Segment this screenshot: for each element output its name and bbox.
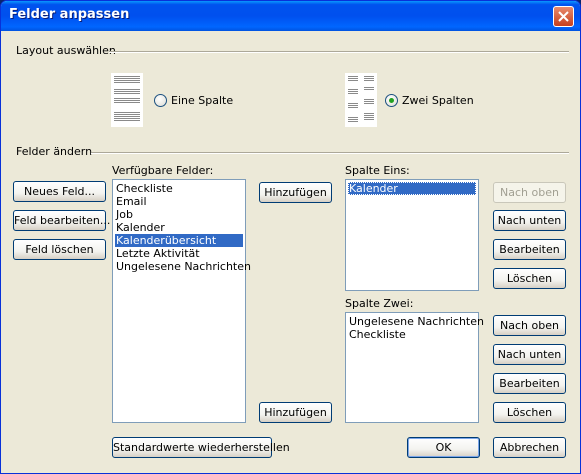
restore-defaults-button[interactable]: Standardwerte wiederherstellen	[112, 437, 290, 458]
list-item-selected[interactable]: Kalender	[348, 182, 476, 195]
list-item[interactable]: Job	[115, 208, 243, 221]
radio-button-two-columns[interactable]	[385, 94, 398, 107]
cancel-button[interactable]: Abbrechen	[493, 437, 566, 458]
available-fields-list[interactable]: Checkliste Email Job Kalender Kalenderüb…	[112, 179, 251, 423]
list-item[interactable]: Checkliste	[115, 182, 243, 195]
list-item[interactable]: Ungelesene Nachrichten	[348, 315, 484, 328]
fields-section-divider	[91, 152, 569, 154]
close-icon	[558, 11, 569, 22]
list-item-selected[interactable]: Kalenderübersicht	[115, 234, 243, 247]
list-item[interactable]: Checkliste	[348, 328, 476, 341]
new-field-button[interactable]: Neues Feld...	[13, 181, 106, 202]
list-item[interactable]: Ungelesene Nachrichten	[115, 260, 251, 273]
layout-section-title: Layout auswählen	[16, 44, 116, 57]
list-item[interactable]: Email	[115, 195, 243, 208]
add-to-column-one-button[interactable]: Hinzufügen	[259, 182, 332, 203]
title-bar[interactable]: Felder anpassen	[1, 1, 580, 31]
radio-label-two-columns: Zwei Spalten	[402, 94, 474, 107]
radio-one-column[interactable]: Eine Spalte	[154, 94, 233, 107]
ok-button[interactable]: OK	[407, 437, 480, 458]
column-one-move-down-button[interactable]: Nach unten	[493, 210, 566, 231]
close-button[interactable]	[553, 6, 574, 27]
list-item[interactable]: Kalender	[115, 221, 243, 234]
column-two-move-up-button[interactable]: Nach oben	[493, 315, 566, 336]
column-one-delete-button[interactable]: Löschen	[493, 268, 566, 289]
column-one-label: Spalte Eins:	[345, 164, 410, 177]
column-two-edit-button[interactable]: Bearbeiten	[493, 373, 566, 394]
window-title: Felder anpassen	[9, 7, 130, 22]
column-one-move-up-button[interactable]: Nach oben	[493, 182, 566, 203]
two-column-layout-icon	[345, 73, 377, 127]
list-item[interactable]: Letzte Aktivität	[115, 247, 243, 260]
column-two-label: Spalte Zwei:	[345, 297, 414, 310]
edit-field-button[interactable]: Feld bearbeiten...	[13, 210, 110, 231]
delete-field-button[interactable]: Feld löschen	[13, 239, 106, 260]
dialog-window: Felder anpassen Layout auswählen Eine Sp…	[0, 0, 581, 474]
radio-label-one-column: Eine Spalte	[171, 94, 234, 107]
column-two-delete-button[interactable]: Löschen	[493, 402, 566, 423]
layout-section-divider	[109, 51, 569, 53]
radio-button-one-column[interactable]	[154, 94, 167, 107]
column-one-list[interactable]: Kalender	[345, 179, 479, 291]
available-fields-label: Verfügbare Felder:	[112, 164, 214, 177]
column-two-list[interactable]: Ungelesene Nachrichten Checkliste	[345, 312, 484, 423]
fields-section-title: Felder ändern	[16, 145, 93, 158]
column-two-move-down-button[interactable]: Nach unten	[493, 344, 566, 365]
radio-two-columns[interactable]: Zwei Spalten	[385, 94, 474, 107]
one-column-layout-icon	[111, 73, 143, 127]
add-to-column-two-button[interactable]: Hinzufügen	[259, 402, 332, 423]
column-one-edit-button[interactable]: Bearbeiten	[493, 239, 566, 260]
